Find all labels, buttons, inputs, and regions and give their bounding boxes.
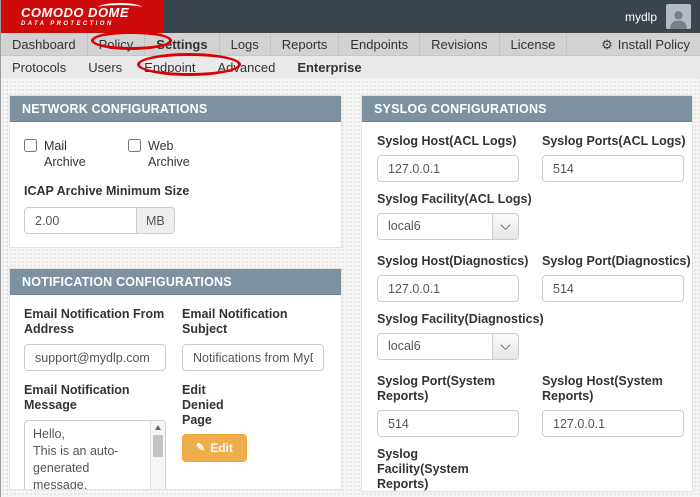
submenu-item-enterprise[interactable]: Enterprise xyxy=(286,56,372,78)
top-header-bar: COMODO DOME DATA PROTECTION mydlp xyxy=(1,0,700,33)
network-panel-title: NETWORK CONFIGURATIONS xyxy=(10,96,341,122)
dropdown-button xyxy=(492,214,518,239)
main-menu-bar: Dashboard Policy Settings Logs Reports E… xyxy=(1,33,700,56)
user-area: mydlp xyxy=(625,4,700,29)
syslog-facility-system-reports-label: Syslog Facility(System Reports) xyxy=(377,447,469,491)
submenu-item-advanced[interactable]: Advanced xyxy=(206,56,286,78)
dropdown-button xyxy=(492,334,518,359)
edit-denied-page-label: Edit Denied Page xyxy=(182,383,224,427)
syslog-host-acl-label: Syslog Host(ACL Logs) xyxy=(377,134,517,148)
app-window: COMODO DOME DATA PROTECTION mydlp Dashbo… xyxy=(0,0,700,497)
icap-unit-addon: MB xyxy=(136,207,175,234)
syslog-facility-diagnostics-select[interactable]: local6 xyxy=(377,333,519,360)
syslog-port-system-reports-label: Syslog Port(System Reports) xyxy=(377,374,496,403)
install-policy-button[interactable]: ⚙ Install Policy xyxy=(590,33,700,55)
comodo-dome-logo[interactable]: COMODO DOME DATA PROTECTION xyxy=(1,0,164,33)
install-policy-label: Install Policy xyxy=(617,36,690,52)
scrollbar-thumb[interactable] xyxy=(153,435,163,457)
notification-configurations-panel: NOTIFICATION CONFIGURATIONS Email Notifi… xyxy=(9,268,342,490)
email-subject-label: Email Notification Subject xyxy=(182,307,288,336)
gear-icon: ⚙ xyxy=(601,36,613,52)
mail-archive-label: Mail Archive xyxy=(44,139,86,169)
edit-button-label: Edit xyxy=(210,441,233,455)
syslog-panel-title: SYSLOG CONFIGURATIONS xyxy=(362,96,692,122)
email-notification-message-box: Hello, This is an auto-generated message… xyxy=(24,420,166,489)
menu-item-policy[interactable]: Policy xyxy=(88,33,146,55)
scrollbar-track[interactable] xyxy=(151,434,165,489)
logo-arc-decoration xyxy=(98,3,142,12)
email-notification-message-label: Email Notification Message xyxy=(24,383,130,412)
network-configurations-panel: NETWORK CONFIGURATIONS Mail Archive Web … xyxy=(9,95,342,248)
menu-item-dashboard[interactable]: Dashboard xyxy=(1,33,88,55)
syslog-facility-diagnostics-value: local6 xyxy=(388,339,421,353)
menu-item-reports[interactable]: Reports xyxy=(271,33,340,55)
web-archive-label: Web Archive xyxy=(148,139,190,169)
syslog-ports-acl-label: Syslog Ports(ACL Logs) xyxy=(542,134,686,148)
icap-archive-minimum-size-label: ICAP Archive Minimum Size xyxy=(24,184,190,198)
web-archive-checkbox[interactable] xyxy=(128,139,141,152)
syslog-facility-acl-value: local6 xyxy=(388,219,421,233)
syslog-port-diagnostics-input[interactable] xyxy=(542,275,684,302)
menu-item-logs[interactable]: Logs xyxy=(220,33,271,55)
syslog-facility-acl-label: Syslog Facility(ACL Logs) xyxy=(377,192,532,206)
scrollbar-up-arrow[interactable] xyxy=(151,421,165,434)
chevron-down-icon xyxy=(500,220,511,231)
submenu-item-endpoint[interactable]: Endpoint xyxy=(133,56,206,78)
email-subject-input[interactable] xyxy=(182,344,324,371)
email-from-address-label: Email Notification From Address xyxy=(24,307,165,336)
pencil-icon: ✎ xyxy=(196,441,206,454)
notification-panel-title: NOTIFICATION CONFIGURATIONS xyxy=(10,269,341,295)
syslog-host-diagnostics-input[interactable] xyxy=(377,275,519,302)
logo-subtitle: DATA PROTECTION xyxy=(21,21,114,27)
menu-item-revisions[interactable]: Revisions xyxy=(420,33,500,55)
submenu-item-users[interactable]: Users xyxy=(77,56,133,78)
syslog-port-diagnostics-label: Syslog Port(Diagnostics) xyxy=(542,254,691,268)
syslog-ports-acl-input[interactable] xyxy=(542,155,684,182)
settings-submenu-bar: Protocols Users Endpoint Advanced Enterp… xyxy=(1,56,700,78)
email-notification-message-text[interactable]: Hello, This is an auto-generated message… xyxy=(25,421,150,489)
menu-item-endpoints[interactable]: Endpoints xyxy=(339,33,421,55)
username-label: mydlp xyxy=(624,9,657,24)
logo-title: COMODO DOME xyxy=(21,5,130,20)
message-scrollbar xyxy=(150,421,165,489)
email-from-address-input[interactable] xyxy=(24,344,166,371)
mail-archive-checkbox[interactable] xyxy=(24,139,37,152)
user-avatar[interactable] xyxy=(666,4,691,29)
icap-archive-minimum-size-input[interactable] xyxy=(24,207,136,234)
mail-archive-checkbox-item: Mail Archive xyxy=(24,138,92,170)
chevron-down-icon xyxy=(500,340,511,351)
menu-item-license[interactable]: License xyxy=(500,33,568,55)
syslog-host-acl-input[interactable] xyxy=(377,155,519,182)
menu-item-settings[interactable]: Settings xyxy=(145,33,220,55)
syslog-facility-diagnostics-label: Syslog Facility(Diagnostics) xyxy=(377,312,544,326)
submenu-item-protocols[interactable]: Protocols xyxy=(1,56,77,78)
syslog-host-system-reports-label: Syslog Host(System Reports) xyxy=(542,374,663,403)
syslog-host-diagnostics-label: Syslog Host(Diagnostics) xyxy=(377,254,529,268)
syslog-host-system-reports-input[interactable] xyxy=(542,410,684,437)
syslog-facility-acl-select[interactable]: local6 xyxy=(377,213,519,240)
content-area: NETWORK CONFIGURATIONS Mail Archive Web … xyxy=(1,78,700,497)
web-archive-checkbox-item: Web Archive xyxy=(128,138,196,170)
syslog-port-system-reports-input[interactable] xyxy=(377,410,519,437)
edit-denied-page-button[interactable]: ✎ Edit xyxy=(182,434,247,462)
person-icon xyxy=(670,11,687,29)
syslog-configurations-panel: SYSLOG CONFIGURATIONS Syslog Host(ACL Lo… xyxy=(361,95,693,492)
